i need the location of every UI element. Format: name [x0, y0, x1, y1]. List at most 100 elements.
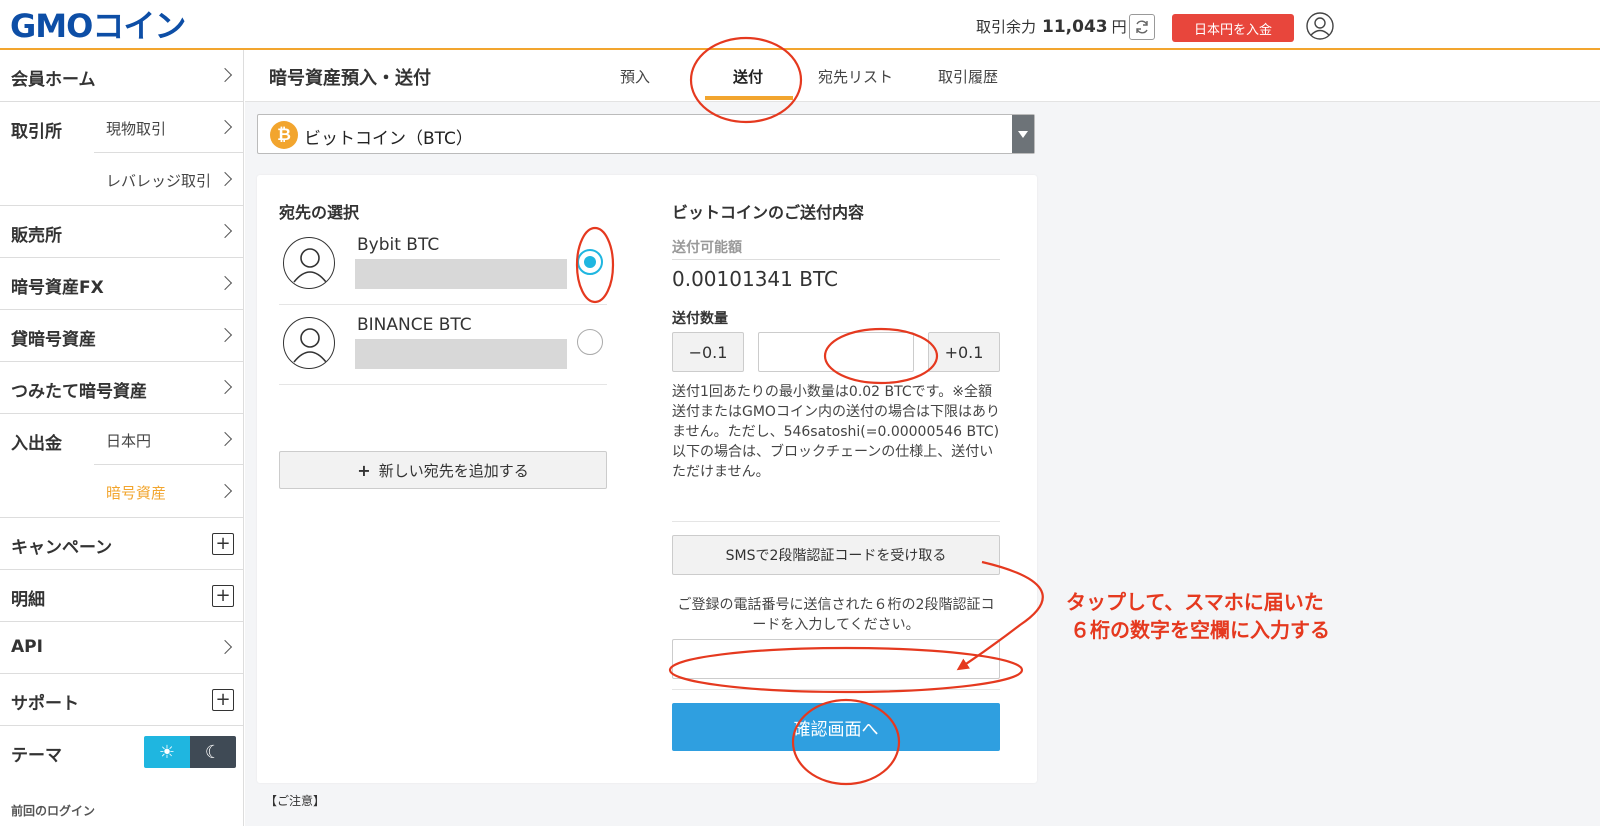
tab-address-list[interactable]: 宛先リスト — [818, 66, 893, 87]
avatar-icon — [283, 237, 335, 289]
theme-dark-button[interactable]: ☾ — [190, 736, 236, 768]
add-destination-label: 新しい宛先を追加する — [378, 461, 529, 480]
active-tab-indicator — [705, 96, 793, 100]
sidebar-item-label: 明細 — [11, 590, 45, 610]
sidebar-item-sales[interactable]: 販売所 — [0, 206, 244, 258]
page-title: 暗号資産預入・送付 — [269, 68, 431, 89]
avatar-icon — [283, 317, 335, 369]
send-quantity-label: 送付数量 — [672, 311, 728, 327]
sidebar-group-deposit-withdraw: 入出金 日本円 暗号資産 — [0, 414, 244, 518]
caution-heading: 【ご注意】 — [265, 794, 326, 808]
available-amount-label: 送付可能額 — [672, 240, 742, 256]
chevron-right-icon — [217, 171, 233, 187]
sidebar-item-statement[interactable]: 明細 + — [0, 570, 244, 622]
theme-toggle[interactable]: ☀ ☾ — [144, 736, 236, 768]
page-header: 暗号資産預入・送付 預入 送付 宛先リスト 取引履歴 — [245, 50, 1600, 102]
confirm-screen-button[interactable]: 確認画面へ — [672, 703, 1000, 751]
sidebar-sub-label: 現物取引 — [106, 120, 167, 138]
top-header: GMOコイン 取引余力 11,043 円 日本円を入金 — [0, 0, 1600, 50]
sidebar-item-label: 入出金 — [11, 434, 62, 454]
decrement-button[interactable]: −0.1 — [672, 332, 744, 372]
sidebar-item-label: テーマ — [11, 746, 62, 766]
gmo-coin-logo[interactable]: GMOコイン — [10, 6, 186, 45]
sun-icon: ☀ — [158, 741, 176, 763]
increment-button[interactable]: +0.1 — [928, 332, 1000, 372]
trading-balance: 取引余力 11,043 円 — [976, 16, 1127, 37]
2fa-code-description: ご登録の電話番号に送信された６桁の2段階認証コードを入力してください。 — [677, 597, 995, 633]
sidebar-item-tsumitate[interactable]: つみたて暗号資産 — [0, 362, 244, 414]
sidebar-sub-label: 日本円 — [106, 432, 152, 450]
tab-send[interactable]: 送付 — [733, 66, 763, 87]
send-detail-title: ビットコインのご送付内容 — [672, 203, 865, 222]
balance-unit: 円 — [1111, 18, 1127, 36]
sidebar-group-exchange: 取引所 現物取引 レバレッジ取引 — [0, 102, 244, 206]
refresh-icon — [1136, 20, 1148, 34]
chevron-right-icon — [217, 483, 233, 499]
destination-item-bybit[interactable]: Bybit BTC — [279, 225, 607, 305]
divider — [672, 521, 1000, 522]
destination-radio[interactable] — [577, 329, 603, 355]
sidebar-item-crypto[interactable]: 暗号資産 — [94, 466, 244, 518]
last-login-label: 前回のログイン — [11, 804, 96, 818]
annotation-line-2: ６桁の数字を空欄に入力する — [1070, 618, 1330, 642]
destination-name: BINANCE BTC — [357, 315, 472, 335]
destination-address-redacted — [355, 259, 567, 289]
balance-value: 11,043 — [1042, 17, 1108, 37]
sidebar-item-label: 暗号資産FX — [11, 278, 104, 298]
send-quantity-input[interactable] — [758, 332, 914, 372]
sidebar-item-member-home[interactable]: 会員ホーム — [0, 50, 244, 102]
sidebar-item-label: 会員ホーム — [11, 70, 96, 90]
sidebar-item-spot-trading[interactable]: 現物取引 — [94, 102, 244, 153]
destination-title: 宛先の選択 — [279, 203, 360, 222]
sidebar-item-label: 販売所 — [11, 226, 62, 246]
tab-deposit[interactable]: 預入 — [620, 66, 650, 87]
sidebar-item-leverage-trading[interactable]: レバレッジ取引 — [94, 154, 244, 206]
user-account-icon[interactable] — [1306, 12, 1334, 40]
sidebar-item-campaign[interactable]: キャンペーン + — [0, 518, 244, 570]
sidebar-item-label: キャンペーン — [11, 538, 113, 558]
expand-plus-icon: + — [212, 689, 234, 711]
refresh-button[interactable] — [1129, 14, 1155, 40]
divider — [672, 689, 1000, 690]
chevron-right-icon — [217, 431, 233, 447]
deposit-jpy-button[interactable]: 日本円を入金 — [1172, 14, 1294, 42]
send-form-card: 宛先の選択 Bybit BTC BINANCE BTC + 新しい宛先を追加する… — [257, 175, 1037, 783]
sidebar-item-jpy[interactable]: 日本円 — [94, 414, 244, 465]
annotation-instruction: タップして、スマホに届いた ６桁の数字を空欄に入力する — [1066, 588, 1330, 644]
destination-item-binance[interactable]: BINANCE BTC — [279, 305, 607, 385]
destination-address-redacted — [355, 339, 567, 369]
sidebar-item-label: 貸暗号資産 — [11, 330, 96, 350]
destination-radio-selected[interactable] — [577, 249, 603, 275]
sidebar-item-lending[interactable]: 貸暗号資産 — [0, 310, 244, 362]
sidebar-item-theme: テーマ ☀ ☾ — [0, 726, 244, 778]
chevron-right-icon — [217, 223, 233, 239]
coin-select-value: ビットコイン（BTC） — [304, 129, 473, 149]
sidebar-item-label: サポート — [11, 694, 79, 714]
sidebar-nav: 会員ホーム 取引所 現物取引 レバレッジ取引 販売所 暗号資産FX 貸暗号資産 … — [0, 50, 244, 826]
sidebar-item-label: API — [11, 637, 43, 657]
bitcoin-icon: ₿ — [270, 121, 298, 149]
sms-2fa-button[interactable]: SMSで2段階認証コードを受け取る — [672, 535, 1000, 575]
chevron-right-icon — [217, 67, 233, 83]
sidebar-sub-label: レバレッジ取引 — [106, 172, 212, 190]
2fa-code-input[interactable] — [672, 639, 1000, 679]
destination-name: Bybit BTC — [357, 235, 440, 255]
sidebar-item-label: 取引所 — [11, 122, 62, 142]
coin-select-dropdown[interactable]: ₿ ビットコイン（BTC） — [257, 114, 1035, 154]
expand-plus-icon: + — [212, 585, 234, 607]
sidebar-item-api[interactable]: API — [0, 622, 244, 674]
logo-text: GMOコイン — [10, 7, 186, 45]
sidebar-item-support[interactable]: サポート + — [0, 674, 244, 726]
tab-history[interactable]: 取引履歴 — [938, 66, 998, 87]
moon-icon: ☾ — [204, 741, 222, 763]
dropdown-arrow-icon[interactable] — [1012, 115, 1034, 153]
add-destination-button[interactable]: + 新しい宛先を追加する — [279, 451, 607, 489]
send-minimum-note: 送付1回あたりの最小数量は0.02 BTCです。※全額送付またはGMOコイン内の… — [672, 384, 1000, 480]
available-amount-value: 0.00101341 BTC — [672, 267, 838, 291]
sidebar-item-crypto-fx[interactable]: 暗号資産FX — [0, 258, 244, 310]
chevron-right-icon — [217, 379, 233, 395]
theme-light-button[interactable]: ☀ — [144, 736, 190, 768]
sidebar-item-label: つみたて暗号資産 — [11, 382, 147, 402]
main-content: 暗号資産預入・送付 預入 送付 宛先リスト 取引履歴 ₿ ビットコイン（BTC）… — [245, 50, 1600, 826]
expand-plus-icon: + — [212, 533, 234, 555]
